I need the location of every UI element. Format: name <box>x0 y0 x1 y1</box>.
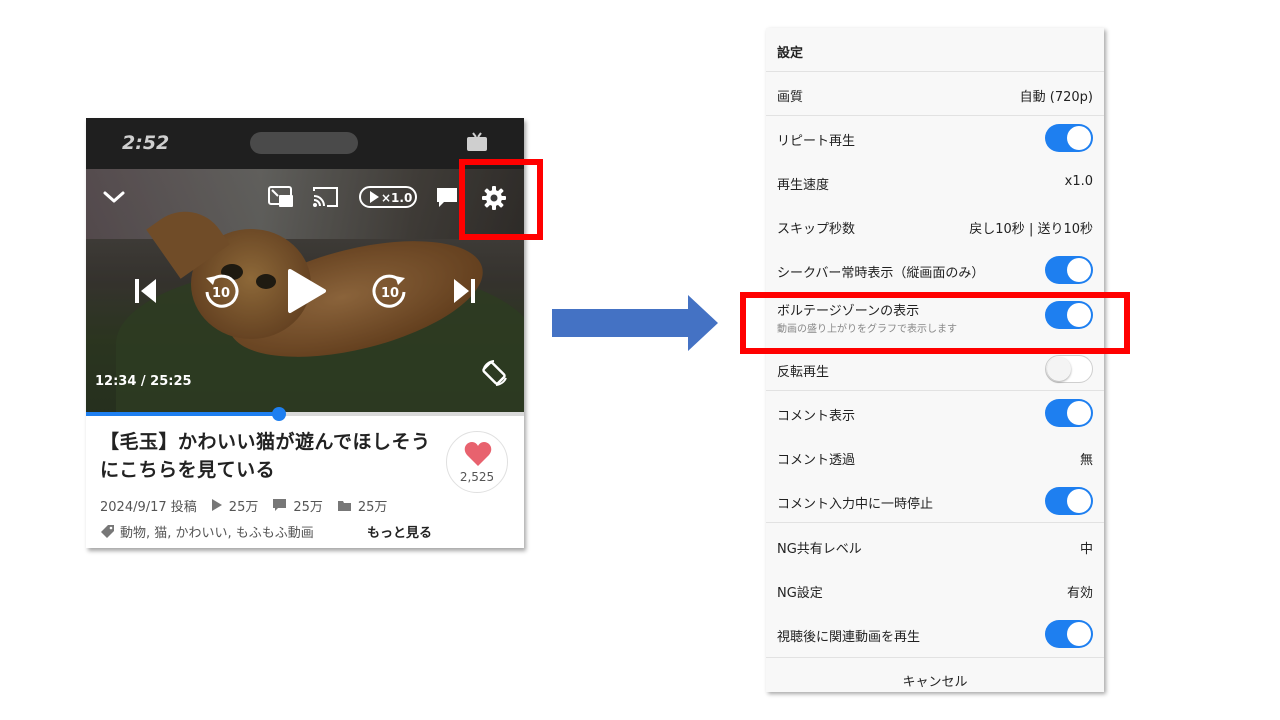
rotate-icon[interactable] <box>480 358 510 388</box>
time-display: 12:34 / 25:25 <box>95 374 192 389</box>
tv-icon[interactable] <box>466 132 488 154</box>
replay-seconds: 10 <box>212 286 230 301</box>
setting-row-comment-opacity[interactable]: コメント透過 無 <box>766 435 1104 479</box>
settings-sheet: 設定 画質 自動 (720p) リピート再生 再生速度 x1.0 スキップ秒数 … <box>766 28 1104 692</box>
gear-highlight-box <box>459 159 543 240</box>
camera-notch <box>250 132 358 154</box>
playback-speed-icon[interactable]: ×1.0 <box>359 186 417 208</box>
seek-bar-handle[interactable] <box>271 407 286 421</box>
setting-label: 再生速度 <box>777 178 830 193</box>
video-meta: 2024/9/17 投稿 25万 25万 25万 <box>100 496 401 515</box>
comment-display-toggle[interactable] <box>1045 399 1093 427</box>
more-link[interactable]: もっと見る <box>367 522 432 541</box>
setting-row-ng-level[interactable]: NG共有レベル 中 <box>766 524 1104 568</box>
folder-icon <box>337 500 351 511</box>
tag-icon <box>101 524 114 538</box>
comment-small-icon <box>273 499 287 511</box>
setting-label: リピート再生 <box>777 134 856 149</box>
tag-list-text: 動物, 猫, かわいい, もふもふ動画 <box>120 525 314 541</box>
setting-row-quality[interactable]: 画質 自動 (720p) <box>766 72 1104 116</box>
speed-badge-text: ×1.0 <box>381 191 412 205</box>
replay-10-icon[interactable]: 10 <box>202 272 240 310</box>
seek-bar[interactable] <box>86 407 524 421</box>
setting-label: 反転再生 <box>777 365 830 380</box>
comment-icon[interactable] <box>435 186 459 210</box>
setting-label: NG共有レベル <box>777 542 862 557</box>
setting-label: シークバー常時表示（縦画面のみ） <box>777 266 985 281</box>
seekbar-toggle[interactable] <box>1045 256 1093 284</box>
setting-value: 中 <box>1079 542 1093 557</box>
chevron-down-icon[interactable] <box>102 187 126 207</box>
voltage-zone-highlight-box <box>740 292 1130 354</box>
toggle-knob <box>1067 622 1091 646</box>
comment-pause-toggle[interactable] <box>1045 487 1093 515</box>
setting-label: 視聴後に関連動画を再生 <box>777 630 921 645</box>
picture-in-picture-icon[interactable] <box>267 185 295 209</box>
setting-row-skip[interactable]: スキップ秒数 戻し10秒 | 送り10秒 <box>766 204 1104 248</box>
mylist-count-text: 25万 <box>357 499 388 515</box>
setting-value: x1.0 <box>1064 174 1093 189</box>
video-title: 【毛玉】かわいい猫が遊んでほしそうにこちらを見ている <box>100 431 431 481</box>
setting-label: スキップ秒数 <box>777 222 856 237</box>
play-icon[interactable] <box>286 267 328 315</box>
cancel-label: キャンセル <box>902 675 968 690</box>
setting-value: 無 <box>1079 453 1093 468</box>
setting-value: 自動 (720p) <box>1019 90 1093 105</box>
comment-count: 25万 <box>272 496 323 515</box>
view-count-text: 25万 <box>228 499 259 515</box>
comment-count-text: 25万 <box>293 499 323 515</box>
arrow-right-icon <box>552 295 718 351</box>
skip-next-icon[interactable] <box>450 276 478 306</box>
toggle-knob <box>1047 357 1071 381</box>
setting-row-comment-display: コメント表示 <box>766 391 1104 435</box>
setting-value: 戻し10秒 | 送り10秒 <box>969 222 1093 237</box>
settings-title: 設定 <box>777 46 804 61</box>
settings-header: 設定 <box>766 28 1104 72</box>
forward-seconds: 10 <box>381 286 399 301</box>
setting-row-seekbar: シークバー常時表示（縦画面のみ） <box>766 248 1104 292</box>
setting-label: 画質 <box>777 90 804 105</box>
repeat-toggle[interactable] <box>1045 124 1093 152</box>
reverse-toggle[interactable] <box>1045 355 1093 383</box>
cast-icon[interactable] <box>312 185 340 209</box>
toggle-knob <box>1067 401 1091 425</box>
play-small-icon <box>211 499 222 511</box>
setting-label: NG設定 <box>777 586 823 601</box>
mylist-count: 25万 <box>337 496 388 515</box>
setting-row-autoplay-related: 視聴後に関連動画を再生 <box>766 612 1104 656</box>
seek-bar-fill <box>86 412 279 416</box>
setting-label: コメント表示 <box>777 409 856 424</box>
cancel-button[interactable]: キャンセル <box>766 657 1104 692</box>
tag-list[interactable]: 動物, 猫, かわいい, もふもふ動画 <box>100 522 314 541</box>
toggle-knob <box>1067 489 1091 513</box>
autoplay-related-toggle[interactable] <box>1045 620 1093 648</box>
toggle-knob <box>1067 126 1091 150</box>
like-button[interactable]: 2,525 <box>446 431 508 493</box>
setting-row-ng-settings[interactable]: NG設定 有効 <box>766 568 1104 612</box>
setting-row-repeat: リピート再生 <box>766 116 1104 160</box>
status-time: 2:52 <box>122 132 170 154</box>
setting-label: コメント透過 <box>777 453 856 468</box>
toggle-knob <box>1067 258 1091 282</box>
skip-previous-icon[interactable] <box>132 276 160 306</box>
posted-date-text: 2024/9/17 投稿 <box>100 499 197 515</box>
setting-row-speed[interactable]: 再生速度 x1.0 <box>766 160 1104 204</box>
setting-row-comment-pause: コメント入力中に一時停止 <box>766 479 1104 523</box>
setting-value: 有効 <box>1066 586 1093 601</box>
setting-label: コメント入力中に一時停止 <box>777 497 934 512</box>
like-count: 2,525 <box>459 470 495 484</box>
view-count: 25万 <box>211 496 259 515</box>
posted-date: 2024/9/17 投稿 <box>100 496 197 515</box>
heart-icon <box>464 441 492 467</box>
forward-10-icon[interactable]: 10 <box>371 272 409 310</box>
